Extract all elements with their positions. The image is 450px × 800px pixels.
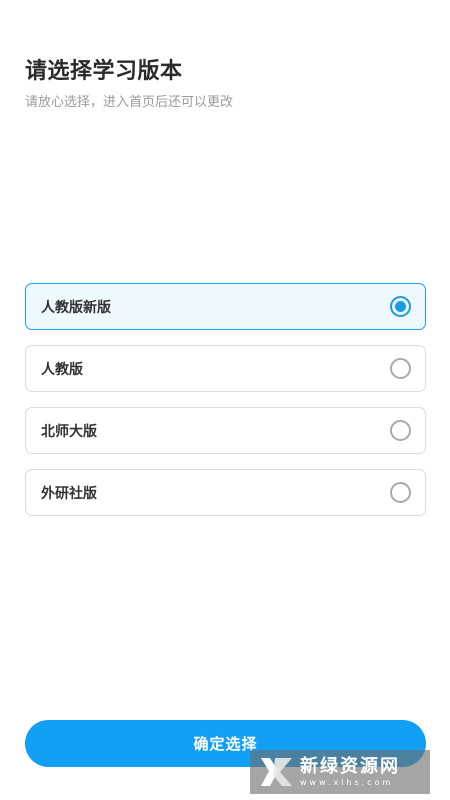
watermark-name: 新绿资源网	[300, 756, 400, 777]
site-watermark: 新绿资源网 www.xlhs.com	[250, 750, 430, 794]
watermark-logo-icon	[261, 758, 292, 786]
radio-icon[interactable]	[390, 296, 411, 317]
option-label: 北师大版	[41, 423, 97, 440]
option-label: 外研社版	[41, 485, 97, 502]
radio-dot-icon	[395, 301, 406, 312]
version-option-beishida[interactable]: 北师大版	[25, 407, 426, 454]
version-option-waiyanshe[interactable]: 外研社版	[25, 469, 426, 516]
page-header: 请选择学习版本 请放心选择，进入首页后还可以更改	[25, 56, 425, 112]
watermark-url: www.xlhs.com	[300, 778, 394, 787]
page-title: 请选择学习版本	[25, 59, 183, 84]
radio-icon[interactable]	[390, 482, 411, 503]
radio-icon[interactable]	[390, 358, 411, 379]
version-option-list: 人教版新版 人教版 北师大版 外研社版	[25, 283, 426, 531]
page-subtitle: 请放心选择，进入首页后还可以更改	[25, 95, 234, 110]
option-label: 人教版新版	[41, 299, 111, 316]
radio-icon[interactable]	[390, 420, 411, 441]
version-option-renjiao-new[interactable]: 人教版新版	[25, 283, 426, 330]
option-label: 人教版	[41, 361, 83, 378]
version-option-renjiao[interactable]: 人教版	[25, 345, 426, 392]
watermark-text: 新绿资源网 www.xlhs.com	[300, 756, 400, 788]
